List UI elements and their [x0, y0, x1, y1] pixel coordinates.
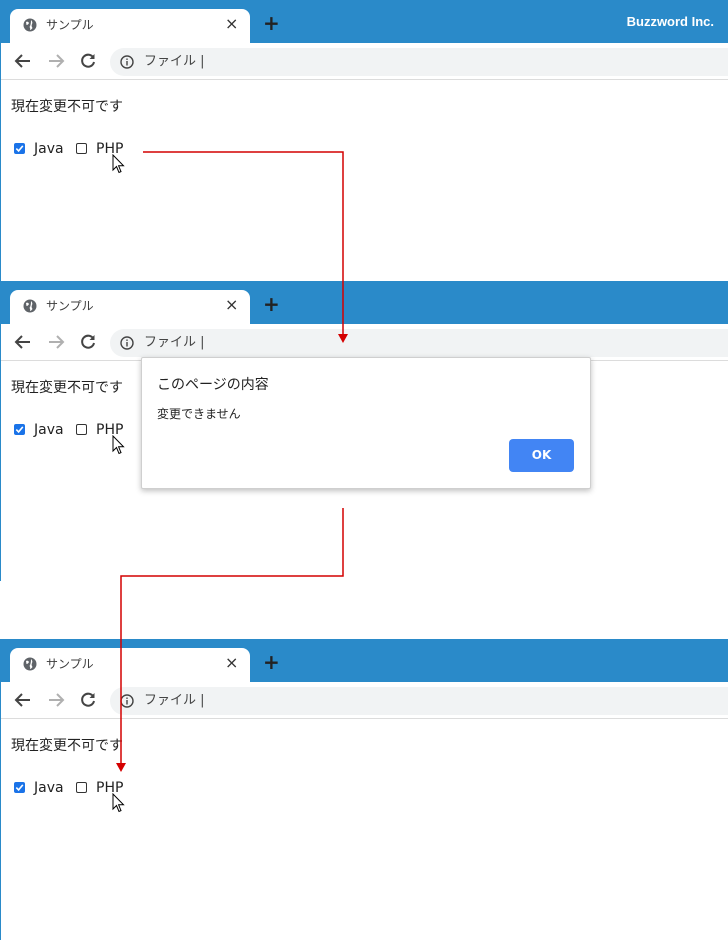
- address-bar[interactable]: ファイル |: [110, 329, 728, 357]
- php-checkbox[interactable]: [76, 782, 87, 793]
- tab-title: サンプル: [46, 18, 94, 32]
- browser-title-bar: サンプル × +: [1, 281, 728, 324]
- ok-button[interactable]: OK: [509, 439, 574, 472]
- close-tab-icon[interactable]: ×: [225, 14, 238, 34]
- php-checkbox[interactable]: [76, 143, 87, 154]
- tab-title: サンプル: [46, 657, 94, 671]
- browser-toolbar: ファイル |: [1, 682, 728, 719]
- java-checkbox[interactable]: [14, 424, 25, 435]
- browser-tab[interactable]: サンプル ×: [10, 290, 250, 324]
- address-bar[interactable]: ファイル |: [110, 687, 728, 715]
- alert-dialog: このページの内容 変更できません OK: [141, 357, 591, 489]
- back-arrow-icon[interactable]: [14, 52, 32, 70]
- new-tab-button[interactable]: +: [263, 13, 280, 33]
- info-icon[interactable]: [120, 55, 134, 69]
- java-checkbox[interactable]: [14, 143, 25, 154]
- status-text: 現在変更不可です: [11, 99, 123, 115]
- globe-icon: [23, 18, 37, 32]
- browser-toolbar: ファイル |: [1, 43, 728, 80]
- browser-tab[interactable]: サンプル ×: [10, 9, 250, 43]
- screenshot-before-click: サンプル × + Buzzword Inc. ファイル | 現在変更不可です J…: [0, 0, 728, 281]
- close-tab-icon[interactable]: ×: [225, 653, 238, 673]
- new-tab-button[interactable]: +: [263, 652, 280, 672]
- info-icon[interactable]: [120, 694, 134, 708]
- new-tab-button[interactable]: +: [263, 294, 280, 314]
- back-arrow-icon[interactable]: [14, 691, 32, 709]
- java-label[interactable]: Java: [34, 779, 64, 797]
- brand-name: Buzzword Inc.: [626, 14, 714, 29]
- mouse-cursor-icon: [112, 435, 125, 455]
- status-text: 現在変更不可です: [11, 738, 123, 754]
- mouse-cursor-icon: [112, 154, 125, 174]
- address-text[interactable]: ファイル |: [144, 53, 205, 71]
- info-icon[interactable]: [120, 336, 134, 350]
- checkmark-icon: [15, 426, 24, 434]
- java-label[interactable]: Java: [34, 421, 64, 439]
- browser-tab[interactable]: サンプル ×: [10, 648, 250, 682]
- forward-arrow-icon[interactable]: [47, 333, 65, 351]
- back-arrow-icon[interactable]: [14, 333, 32, 351]
- java-label[interactable]: Java: [34, 140, 64, 158]
- browser-title-bar: サンプル × +: [1, 639, 728, 682]
- address-text[interactable]: ファイル |: [144, 334, 205, 352]
- tab-title: サンプル: [46, 299, 94, 313]
- address-text[interactable]: ファイル |: [144, 692, 205, 710]
- globe-icon: [23, 657, 37, 671]
- checkmark-icon: [15, 784, 24, 792]
- dialog-title: このページの内容: [157, 377, 269, 393]
- browser-toolbar: ファイル |: [1, 324, 728, 361]
- globe-icon: [23, 299, 37, 313]
- close-tab-icon[interactable]: ×: [225, 295, 238, 315]
- screenshot-after-dismiss: サンプル × + ファイル | 現在変更不可です Java PHP: [0, 639, 728, 940]
- status-text: 現在変更不可です: [11, 380, 123, 396]
- mouse-cursor-icon: [112, 793, 125, 813]
- browser-title-bar: サンプル × + Buzzword Inc.: [1, 0, 728, 43]
- address-bar[interactable]: ファイル |: [110, 48, 728, 76]
- php-checkbox[interactable]: [76, 424, 87, 435]
- dialog-message: 変更できません: [157, 407, 241, 421]
- forward-arrow-icon[interactable]: [47, 691, 65, 709]
- reload-icon[interactable]: [79, 333, 97, 351]
- checkmark-icon: [15, 145, 24, 153]
- reload-icon[interactable]: [79, 691, 97, 709]
- forward-arrow-icon[interactable]: [47, 52, 65, 70]
- java-checkbox[interactable]: [14, 782, 25, 793]
- reload-icon[interactable]: [79, 52, 97, 70]
